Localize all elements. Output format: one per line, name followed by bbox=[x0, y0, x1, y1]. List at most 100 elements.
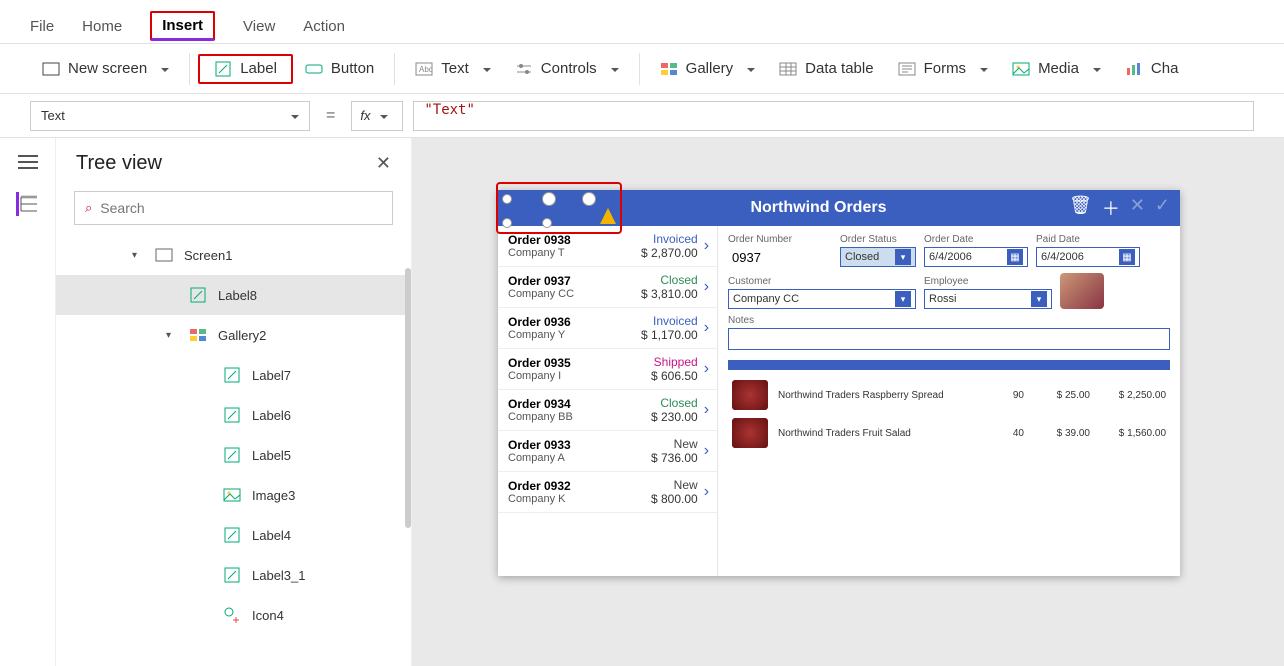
tree-item-screen1[interactable]: ▾ Screen1 bbox=[56, 235, 411, 275]
formula-input[interactable]: "Text" bbox=[413, 101, 1254, 131]
customer-select[interactable]: Company CC▾ bbox=[728, 289, 916, 309]
charts-button[interactable]: Cha bbox=[1113, 54, 1191, 84]
search-input[interactable] bbox=[100, 200, 382, 216]
tab-file[interactable]: File bbox=[30, 18, 54, 43]
order-number-label: Order Number bbox=[728, 234, 832, 245]
tree-item-label: Screen1 bbox=[184, 248, 232, 263]
gallery-icon bbox=[188, 325, 208, 345]
table-icon bbox=[779, 60, 797, 78]
close-icon[interactable]: ✕ bbox=[376, 153, 391, 174]
chevron-down-icon bbox=[155, 60, 169, 77]
charts-button-text: Cha bbox=[1151, 60, 1179, 77]
new-screen-button[interactable]: New screen bbox=[30, 54, 181, 84]
tree-item-gallery2[interactable]: ▾Gallery2 bbox=[56, 315, 411, 355]
order-company: Company T bbox=[508, 247, 603, 259]
selection-overlay[interactable] bbox=[498, 188, 618, 224]
product-thumb bbox=[732, 380, 768, 410]
tree-item-label5[interactable]: Label5 bbox=[56, 435, 411, 475]
order-company: Company A bbox=[508, 452, 603, 464]
tree-item-icon4[interactable]: Icon4 bbox=[56, 595, 411, 635]
tree-item-label3_1[interactable]: Label3_1 bbox=[56, 555, 411, 595]
resize-handle[interactable] bbox=[542, 218, 552, 228]
tree-item-label: Label4 bbox=[252, 528, 291, 543]
resize-handle[interactable] bbox=[502, 194, 512, 204]
tree-item-label: Label3_1 bbox=[252, 568, 306, 583]
order-value: $ 606.50 bbox=[603, 369, 698, 383]
button-icon bbox=[305, 60, 323, 78]
employee-select[interactable]: Rossi▾ bbox=[924, 289, 1052, 309]
hamburger-icon[interactable] bbox=[16, 150, 40, 174]
order-line[interactable]: Northwind Traders Fruit Salad40$ 39.00$ … bbox=[728, 414, 1170, 452]
canvas[interactable]: Northwind Orders 🗑 ＋ ✕ ✓ Order 0938Compa… bbox=[412, 138, 1284, 666]
formula-bar: Text = fx "Text" bbox=[0, 94, 1284, 138]
chevron-down-icon bbox=[605, 60, 619, 77]
tab-insert[interactable]: Insert bbox=[150, 11, 215, 41]
gallery-button[interactable]: Gallery bbox=[648, 54, 768, 84]
tab-home[interactable]: Home bbox=[82, 18, 122, 43]
order-row[interactable]: Order 0936Company YInvoiced$ 1,170.00› bbox=[498, 308, 717, 349]
order-line[interactable]: Northwind Traders Raspberry Spread90$ 25… bbox=[728, 376, 1170, 414]
chevron-down-icon bbox=[477, 60, 491, 77]
tree-item-image3[interactable]: Image3 bbox=[56, 475, 411, 515]
tree-item-label6[interactable]: Label6 bbox=[56, 395, 411, 435]
resize-handle[interactable] bbox=[502, 218, 512, 228]
media-button-text: Media bbox=[1038, 60, 1079, 77]
tab-action[interactable]: Action bbox=[303, 18, 345, 43]
expander-icon[interactable]: ▾ bbox=[132, 250, 144, 261]
controls-button[interactable]: Controls bbox=[503, 54, 631, 84]
tree-view-icon[interactable] bbox=[16, 192, 40, 216]
order-row[interactable]: Order 0933Company ANew$ 736.00› bbox=[498, 431, 717, 472]
button-button[interactable]: Button bbox=[293, 54, 386, 84]
order-row[interactable]: Order 0934Company BBClosed$ 230.00› bbox=[498, 390, 717, 431]
cancel-icon[interactable]: ✕ bbox=[1130, 195, 1145, 221]
trash-icon[interactable]: 🗑 bbox=[1069, 195, 1092, 221]
line-total: $ 1,560.00 bbox=[1096, 428, 1166, 439]
order-detail: Order Number0937 Order StatusClosed▾ Ord… bbox=[718, 226, 1180, 576]
button-button-text: Button bbox=[331, 60, 374, 77]
order-row[interactable]: Order 0932Company KNew$ 800.00› bbox=[498, 472, 717, 513]
tree-item-label8[interactable]: Label8 bbox=[56, 275, 411, 315]
line-qty: 40 bbox=[984, 428, 1024, 439]
add-icon[interactable]: ＋ bbox=[1102, 195, 1120, 221]
scrollbar-thumb[interactable] bbox=[405, 268, 411, 528]
tab-view[interactable]: View bbox=[243, 18, 275, 43]
tree-item-label4[interactable]: Label4 bbox=[56, 515, 411, 555]
tree-panel: Tree view ✕ ⌕ ▾Screen1Label8▾Gallery2Lab… bbox=[56, 138, 412, 666]
label-icon bbox=[188, 285, 208, 305]
data-table-button[interactable]: Data table bbox=[767, 54, 885, 84]
tree-search[interactable]: ⌕ bbox=[74, 191, 393, 225]
paid-date-input[interactable]: 6/4/2006▦ bbox=[1036, 247, 1140, 267]
chevron-right-icon: › bbox=[698, 278, 709, 296]
fx-button[interactable]: fx bbox=[351, 101, 403, 131]
media-button[interactable]: Media bbox=[1000, 54, 1113, 84]
notes-input[interactable] bbox=[728, 328, 1170, 350]
label-icon bbox=[222, 445, 242, 465]
screen-icon bbox=[154, 245, 174, 265]
fx-label: fx bbox=[360, 108, 370, 123]
chevron-right-icon: › bbox=[698, 442, 709, 460]
order-row[interactable]: Order 0937Company CCClosed$ 3,810.00› bbox=[498, 267, 717, 308]
notes-label: Notes bbox=[728, 315, 1170, 326]
gallery-icon bbox=[660, 60, 678, 78]
resize-handle[interactable] bbox=[542, 192, 556, 206]
order-row[interactable]: Order 0935Company IShipped$ 606.50› bbox=[498, 349, 717, 390]
tree-item-label7[interactable]: Label7 bbox=[56, 355, 411, 395]
resize-handle[interactable] bbox=[582, 192, 596, 206]
order-value: $ 230.00 bbox=[603, 410, 698, 424]
confirm-icon[interactable]: ✓ bbox=[1155, 195, 1170, 221]
order-list[interactable]: Order 0938Company TInvoiced$ 2,870.00›Or… bbox=[498, 226, 718, 576]
expander-icon[interactable]: ▾ bbox=[166, 330, 178, 341]
text-button[interactable]: Abc Text bbox=[403, 54, 503, 84]
text-icon: Abc bbox=[415, 60, 433, 78]
order-date-input[interactable]: 6/4/2006▦ bbox=[924, 247, 1028, 267]
label-button[interactable]: Label bbox=[198, 54, 293, 84]
order-status: Closed bbox=[603, 273, 698, 287]
order-value: $ 736.00 bbox=[603, 451, 698, 465]
image-icon bbox=[222, 485, 242, 505]
forms-button[interactable]: Forms bbox=[886, 54, 1001, 84]
property-select[interactable]: Text bbox=[30, 101, 310, 131]
order-status-select[interactable]: Closed▾ bbox=[840, 247, 916, 267]
tree-list: ▾ Screen1 Label8▾Gallery2Label7Label6 Label… bbox=[56, 235, 411, 666]
tree-item-label: Label5 bbox=[252, 448, 291, 463]
label-icon bbox=[222, 365, 242, 385]
